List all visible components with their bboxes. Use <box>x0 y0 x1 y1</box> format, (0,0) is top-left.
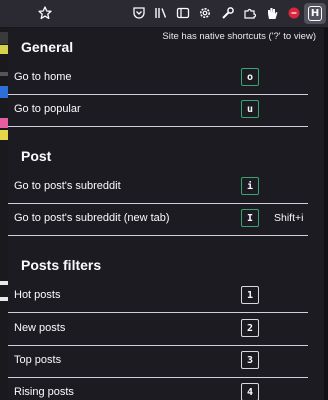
shortcut-row-go-to-home[interactable]: Go to home o <box>8 62 308 95</box>
shortcut-label: Top posts <box>14 354 62 366</box>
wrench-icon[interactable] <box>220 5 236 21</box>
shortcut-label: Go to post's subreddit <box>14 180 121 192</box>
reader-view-icon[interactable] <box>175 5 191 21</box>
shortcut-key: 4 <box>241 383 259 400</box>
shortcut-key: I <box>241 209 259 227</box>
shortcut-extension-glyph: H <box>308 6 322 21</box>
shortcut-label: Go to popular <box>14 103 81 115</box>
shortcut-key: 2 <box>241 319 259 337</box>
shortcut-extension-icon[interactable]: H <box>304 3 326 24</box>
shortcut-label: Rising posts <box>14 386 74 398</box>
pocket-icon[interactable] <box>131 5 147 21</box>
shortcut-label: Hot posts <box>14 289 61 301</box>
red-extension-icon[interactable] <box>286 5 302 21</box>
library-icon[interactable] <box>153 5 169 21</box>
shortcut-label: New posts <box>14 322 66 334</box>
section-title-posts-filters: Posts filters <box>21 257 102 273</box>
shortcut-row-go-to-popular[interactable]: Go to popular u <box>8 94 308 127</box>
hand-icon[interactable] <box>264 5 280 21</box>
star-icon[interactable] <box>37 5 53 21</box>
section-title-post: Post <box>21 148 52 164</box>
panel-shadow-edge <box>324 28 328 400</box>
page-background-strip <box>0 28 8 400</box>
shortcut-alt-key: Shift+i <box>274 212 304 224</box>
shortcut-key: u <box>241 100 259 118</box>
shortcut-key: i <box>241 177 259 195</box>
section-title-general: General <box>21 39 74 55</box>
extensions-icon[interactable] <box>242 5 258 21</box>
shortcut-row-rising-posts[interactable]: Rising posts 4 <box>8 377 308 400</box>
shortcut-key: 1 <box>241 286 259 304</box>
shortcut-row-hot-posts[interactable]: Hot posts 1 <box>8 280 308 313</box>
browser-toolbar: H <box>0 0 328 28</box>
settings-icon[interactable] <box>197 5 213 21</box>
shortcut-row-top-posts[interactable]: Top posts 3 <box>8 345 308 378</box>
shortcut-label: Go to post's subreddit (new tab) <box>14 212 170 224</box>
shortcuts-panel: Site has native shortcuts ('?' to view) … <box>8 28 324 400</box>
shortcut-row-go-to-post-subreddit-new-tab[interactable]: Go to post's subreddit (new tab) I Shift… <box>8 203 308 236</box>
native-shortcuts-note: Site has native shortcuts ('?' to view) <box>162 31 316 42</box>
shortcut-label: Go to home <box>14 71 72 83</box>
shortcut-key: 3 <box>241 351 259 369</box>
shortcut-key: o <box>241 68 259 86</box>
shortcut-row-go-to-post-subreddit[interactable]: Go to post's subreddit i <box>8 171 308 204</box>
shortcut-row-new-posts[interactable]: New posts 2 <box>8 313 308 346</box>
